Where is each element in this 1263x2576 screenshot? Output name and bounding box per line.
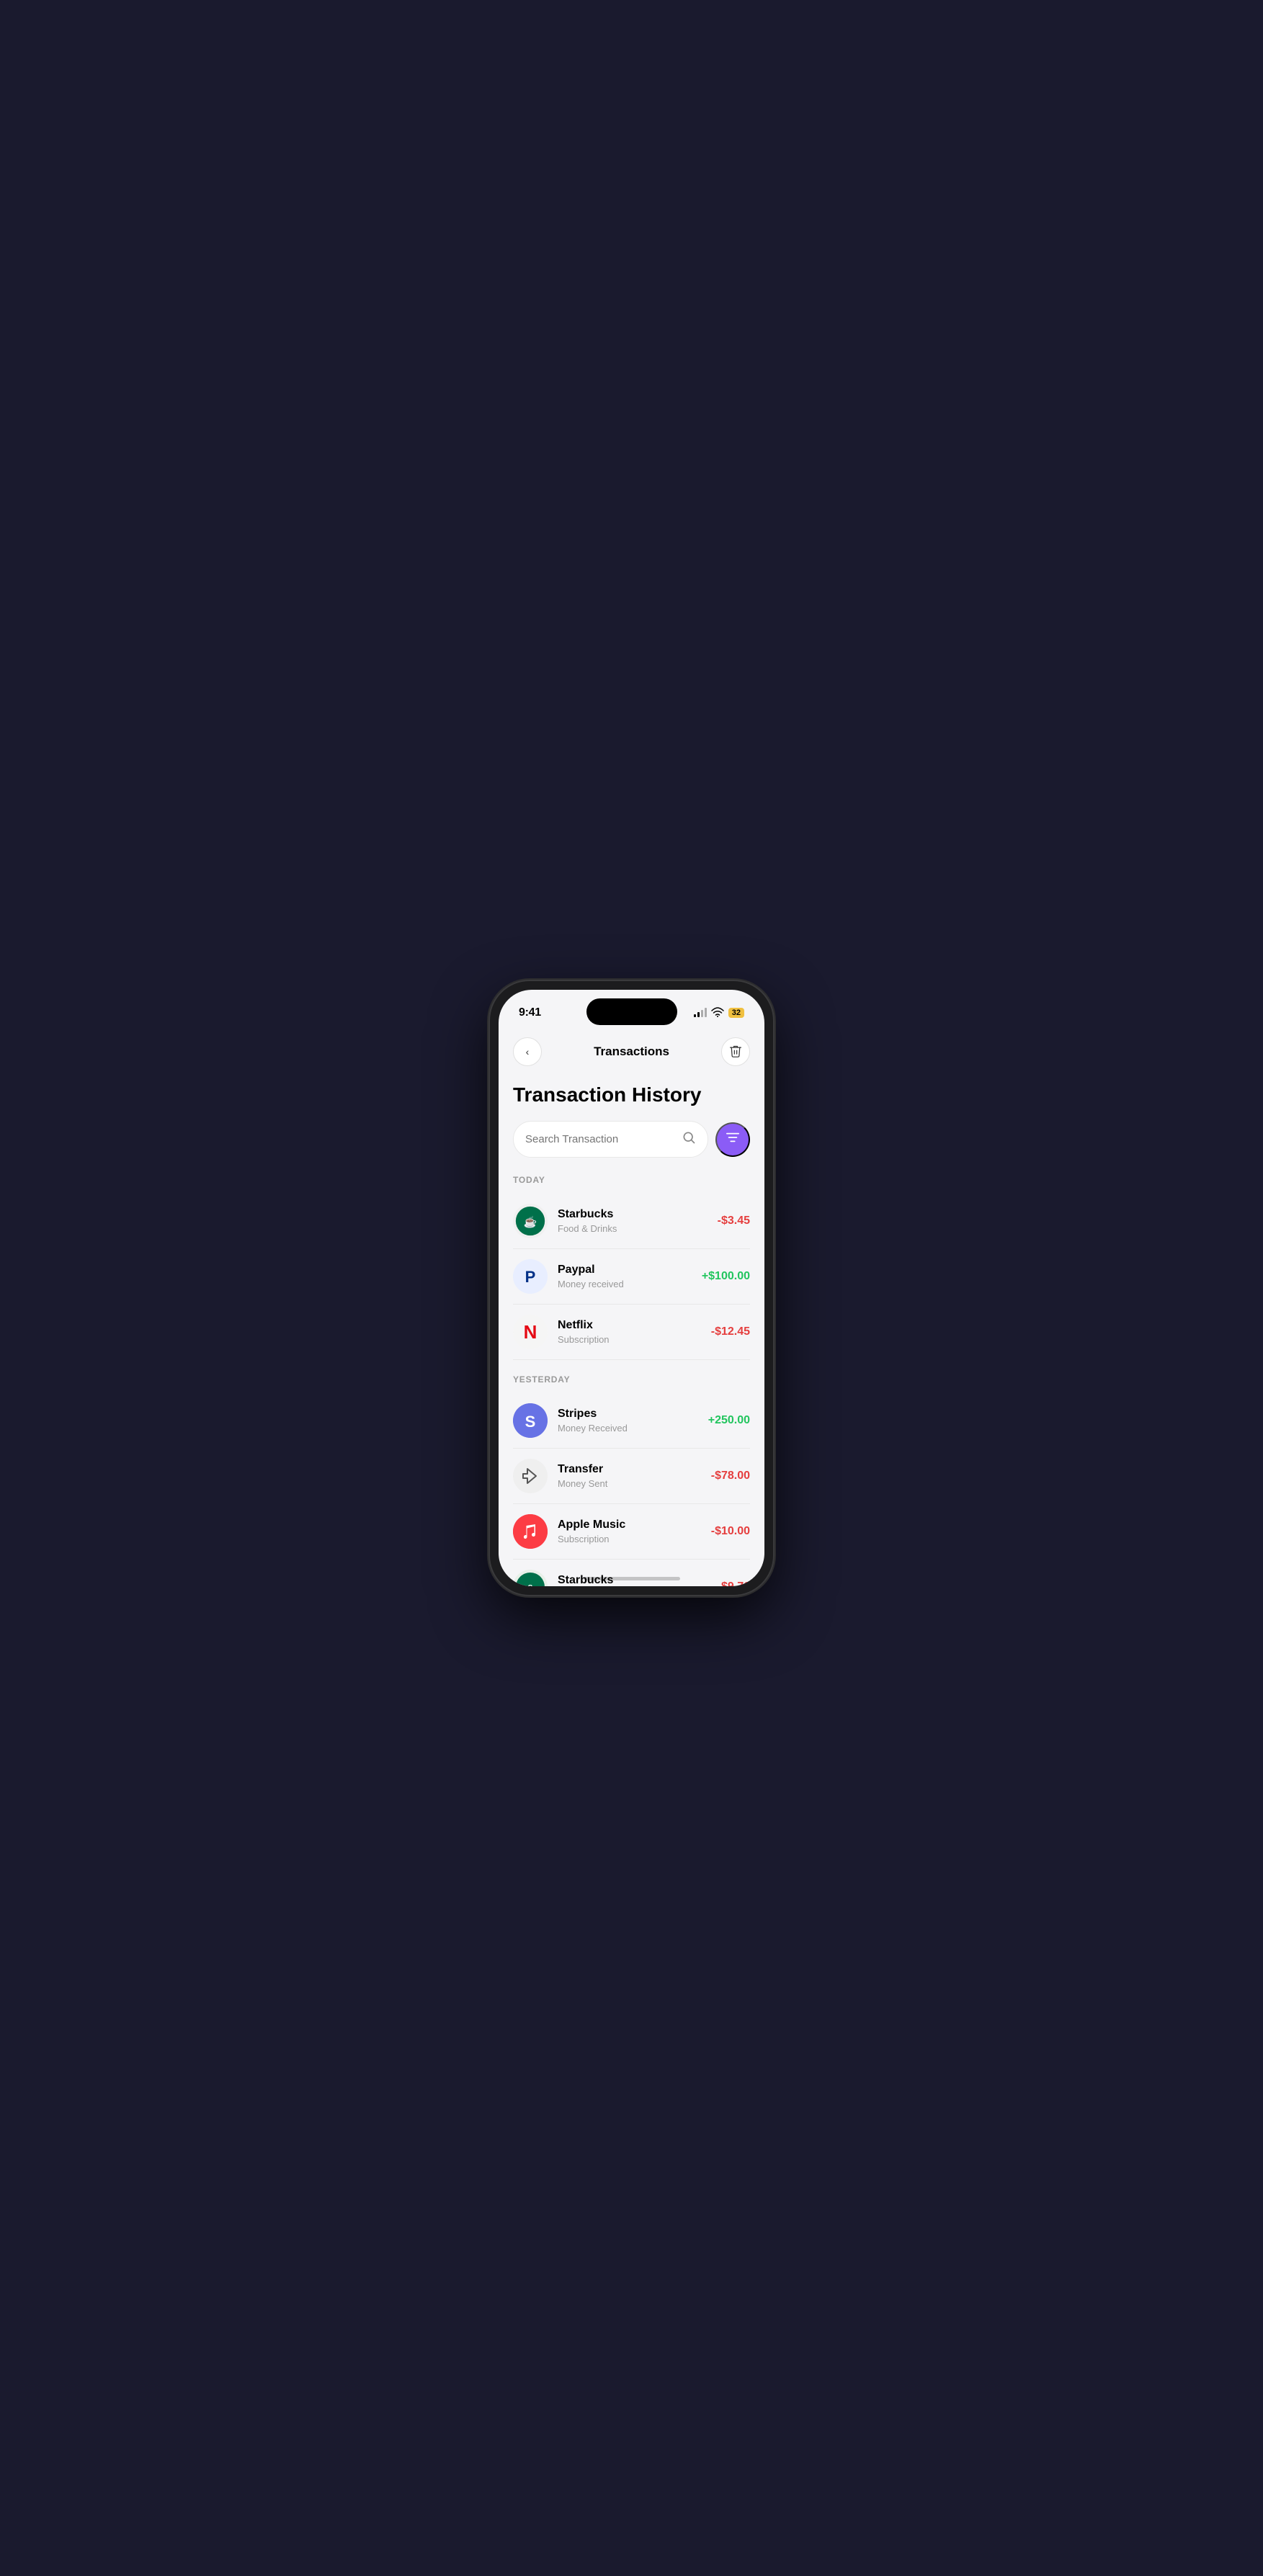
signal-bars-icon — [694, 1009, 707, 1017]
transaction-info: Netflix Subscription — [558, 1319, 701, 1345]
home-indicator — [584, 1577, 680, 1580]
transaction-list-yesterday: S Stripes Money Received +250.00 — [513, 1393, 750, 1586]
section-label-yesterday: YESTERDAY — [513, 1374, 750, 1385]
phone-screen: 9:41 32 — [499, 990, 764, 1586]
svg-text:☕: ☕ — [524, 1215, 537, 1228]
transaction-name: Stripes — [558, 1408, 698, 1421]
starbucks-logo: ☕ — [513, 1204, 548, 1238]
transaction-name: Transfer — [558, 1463, 701, 1476]
transaction-info: Transfer Money Sent — [558, 1463, 701, 1489]
phone-frame: 9:41 32 — [490, 981, 773, 1595]
nav-title: Transactions — [594, 1045, 669, 1059]
search-container[interactable] — [513, 1121, 708, 1158]
svg-text:P: P — [525, 1268, 536, 1286]
filter-icon — [726, 1131, 740, 1148]
transaction-amount: -$10.00 — [711, 1525, 750, 1538]
delete-button[interactable] — [721, 1037, 750, 1066]
status-time: 9:41 — [519, 1006, 541, 1019]
transaction-category: Money Sent — [558, 1478, 701, 1489]
transaction-info: Apple Music Subscription — [558, 1519, 701, 1544]
search-icon[interactable] — [682, 1130, 696, 1148]
search-input[interactable] — [525, 1133, 674, 1145]
back-icon: ‹ — [526, 1046, 530, 1057]
status-icons: 32 — [694, 1007, 744, 1019]
transaction-category: Food & Drinks — [558, 1223, 708, 1234]
page-title: Transaction History — [513, 1083, 750, 1106]
netflix-logo: N — [513, 1315, 548, 1349]
search-row — [513, 1121, 750, 1158]
battery-badge: 32 — [728, 1008, 744, 1018]
transaction-info: Stripes Money Received — [558, 1408, 698, 1434]
transaction-name: Starbucks — [558, 1208, 708, 1221]
transaction-category: Money received — [558, 1279, 692, 1289]
transaction-info: Starbucks Food & Drinks — [558, 1208, 708, 1234]
transaction-item[interactable]: N Netflix Subscription -$12.45 — [513, 1305, 750, 1360]
svg-text:S: S — [528, 1584, 533, 1586]
transaction-amount: -$12.45 — [711, 1325, 750, 1338]
transaction-category: Money Received — [558, 1423, 698, 1434]
transaction-item[interactable]: Transfer Money Sent -$78.00 — [513, 1449, 750, 1504]
apple-music-logo — [513, 1514, 548, 1549]
transaction-item[interactable]: ★ S Starbucks Food & Drinks -$9.76 — [513, 1560, 750, 1586]
transaction-amount: -$78.00 — [711, 1470, 750, 1482]
stripe-logo: S — [513, 1403, 548, 1438]
transaction-info: Paypal Money received — [558, 1264, 692, 1289]
battery-level: 32 — [732, 1009, 741, 1017]
transaction-name: Paypal — [558, 1264, 692, 1276]
transaction-amount: -$9.76 — [718, 1580, 750, 1586]
paypal-logo: P — [513, 1259, 548, 1294]
filter-button[interactable] — [715, 1122, 750, 1157]
transaction-category: Subscription — [558, 1534, 701, 1544]
svg-text:N: N — [524, 1321, 537, 1343]
nav-header: ‹ Transactions — [499, 1026, 764, 1072]
section-label-today: TODAY — [513, 1175, 750, 1185]
main-content: Transaction History — [499, 1072, 764, 1586]
transaction-name: Netflix — [558, 1319, 701, 1332]
wifi-icon — [711, 1007, 724, 1019]
transfer-logo — [513, 1459, 548, 1493]
transaction-amount: +$100.00 — [702, 1270, 750, 1283]
transaction-list-today: ☕ Starbucks Food & Drinks -$3.45 — [513, 1194, 750, 1360]
transaction-item[interactable]: Apple Music Subscription -$10.00 — [513, 1504, 750, 1560]
trash-icon — [729, 1045, 742, 1060]
screen-content[interactable]: ‹ Transactions Transaction History — [499, 1026, 764, 1586]
transaction-amount: -$3.45 — [718, 1215, 750, 1227]
transaction-name: Apple Music — [558, 1519, 701, 1531]
transaction-item[interactable]: S Stripes Money Received +250.00 — [513, 1393, 750, 1449]
transaction-item[interactable]: P Paypal Money received +$100.00 — [513, 1249, 750, 1305]
back-button[interactable]: ‹ — [513, 1037, 542, 1066]
starbucks-logo-2: ★ S — [513, 1570, 548, 1586]
transaction-amount: +250.00 — [708, 1414, 750, 1427]
transaction-item[interactable]: ☕ Starbucks Food & Drinks -$3.45 — [513, 1194, 750, 1249]
transaction-category: Subscription — [558, 1334, 701, 1345]
svg-text:S: S — [525, 1413, 536, 1431]
dynamic-island — [586, 998, 677, 1025]
